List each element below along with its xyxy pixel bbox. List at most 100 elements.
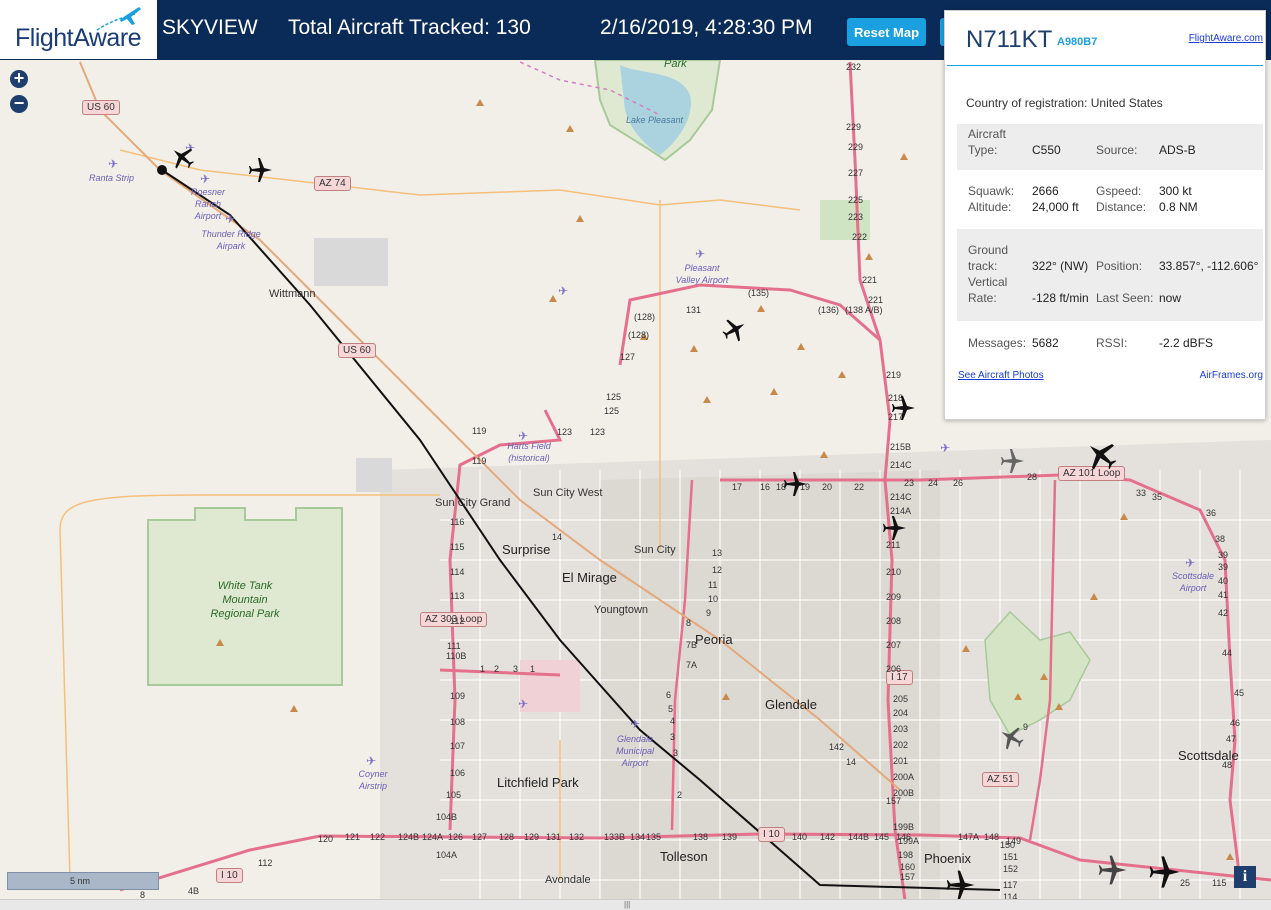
datetime: 2/16/2019, 4:28:30 PM [600, 16, 813, 39]
exit-number: 113 [450, 591, 465, 601]
vrate-label: Rate: [968, 291, 997, 305]
zoom-in-button[interactable]: + [10, 69, 28, 88]
exit-number: 150 [1000, 840, 1016, 850]
horizontal-scrollbar[interactable]: ||| [0, 899, 1271, 910]
ground-track-label: track: [968, 259, 998, 273]
lastseen-value: now [1159, 291, 1182, 305]
exit-number: 145 [874, 832, 890, 842]
exit-number: 16 [760, 482, 771, 492]
exit-number: 210 [886, 567, 902, 577]
messages-value: 5682 [1032, 336, 1059, 350]
aircraft-ident: N711KT [966, 26, 1053, 53]
zoom-out-button[interactable]: − [10, 94, 28, 113]
exit-number: 219 [886, 370, 902, 380]
exit-number: 201 [893, 756, 909, 766]
exit-number: 131 [686, 305, 702, 315]
exit-number: 203 [893, 724, 909, 734]
exit-number: 41 [1218, 590, 1229, 600]
exit-number: 129 [524, 832, 540, 842]
exit-number: 17 [732, 482, 743, 492]
exit-number: 205 [893, 694, 909, 704]
svg-text:✈: ✈ [1185, 556, 1195, 570]
route-shield: AZ 101 Loop [1058, 466, 1126, 481]
airport-label: Scottsdale Airport [1171, 571, 1215, 593]
route-shield: I 10 [758, 827, 785, 842]
route-shield: AZ 51 [982, 772, 1019, 787]
exit-number: 207 [886, 640, 902, 650]
exit-number: 39 [1218, 562, 1229, 572]
exit-number: 139 [722, 832, 738, 842]
exit-number: 128 [499, 832, 515, 842]
exit-number: 116 [450, 517, 465, 527]
exit-number: 1 [480, 664, 486, 674]
exit-number: 123 [590, 427, 606, 437]
country-row: Country of registration: United States [966, 96, 1163, 110]
exit-number: 204 [893, 708, 909, 718]
city-label: Phoenix [924, 851, 971, 866]
town-label: Sun City [634, 544, 676, 556]
svg-text:✈: ✈ [940, 441, 950, 455]
route-shield: US 60 [82, 100, 120, 115]
exit-number: 126 [448, 832, 464, 842]
exit-number: 119 [472, 456, 487, 466]
exit-number: 33 [1136, 488, 1147, 498]
flightaware-logo[interactable]: FlightAware [0, 0, 157, 59]
exit-number: 13 [712, 548, 723, 558]
exit-number: 214C [890, 492, 912, 502]
exit-number: (136) [818, 305, 840, 315]
info-button[interactable]: i [1234, 866, 1256, 888]
reset-map-button[interactable]: Reset Map [847, 18, 926, 46]
exit-number: 157 [886, 796, 902, 806]
svg-text:✈: ✈ [225, 212, 235, 226]
exit-number: 28 [1027, 472, 1038, 482]
gspeed-label: Gspeed: [1096, 184, 1142, 198]
distance-value: 0.8 NM [1159, 200, 1198, 214]
exit-number: 48 [1222, 760, 1233, 770]
altitude-value: 24,000 ft [1032, 200, 1079, 214]
flightaware-link[interactable]: FlightAware.com [1189, 33, 1263, 44]
exit-number: 214C [890, 460, 912, 470]
town-label: Avondale [545, 874, 591, 886]
aircraft-photos-link[interactable]: See Aircraft Photos [958, 370, 1044, 381]
exit-number: (138 A/B) [845, 305, 883, 315]
exit-number: 131 [546, 832, 562, 842]
exit-number: 232 [846, 62, 862, 72]
aircraft-type-label: Aircraft [968, 127, 1007, 141]
exit-number: 125 [606, 392, 622, 402]
exit-number: 222 [852, 232, 868, 242]
source-value: ADS-B [1159, 143, 1196, 157]
exit-number: 146 [896, 832, 912, 842]
exit-number: 110B [446, 651, 467, 661]
exit-number: 120 [318, 834, 334, 844]
ground-track-label: Ground [968, 243, 1009, 257]
messages-label: Messages: [968, 336, 1027, 350]
exit-number: 229 [846, 122, 862, 132]
park-label: White Tank Mountain Regional Park [210, 580, 280, 620]
gspeed-value: 300 kt [1159, 184, 1192, 198]
exit-number: 14 [846, 757, 857, 767]
country-label: Country of registration: [966, 96, 1088, 110]
airframes-link[interactable]: AirFrames.org [1200, 370, 1263, 381]
scrollbar-grip[interactable]: ||| [624, 900, 630, 909]
town-label: Youngtown [594, 604, 649, 616]
country-value: United States [1090, 96, 1163, 110]
exit-number: 109 [450, 691, 466, 701]
exit-number: 138 [693, 832, 709, 842]
svg-text:✈: ✈ [200, 172, 210, 186]
vrate-value: -128 ft/min [1032, 291, 1089, 305]
track-row: Ground track: 322° (NW) Position: 33.857… [957, 229, 1263, 321]
exit-number: 47 [1226, 734, 1237, 744]
exit-number: 119 [472, 426, 487, 436]
logo-text: FlightAware [15, 24, 142, 52]
exit-number: 147A [958, 832, 980, 842]
panel-divider [947, 65, 1263, 66]
exit-number: 214A [890, 506, 912, 516]
exit-number: 7B [686, 640, 698, 650]
svg-text:✈: ✈ [518, 697, 528, 711]
exit-number: 132 [569, 832, 585, 842]
aircraft-count: Total Aircraft Tracked: 130 [288, 16, 531, 39]
exit-number: 127 [620, 352, 636, 362]
park-label-top: Park [664, 60, 687, 70]
svg-text:✈: ✈ [185, 141, 195, 155]
exit-number: 112 [258, 858, 273, 868]
